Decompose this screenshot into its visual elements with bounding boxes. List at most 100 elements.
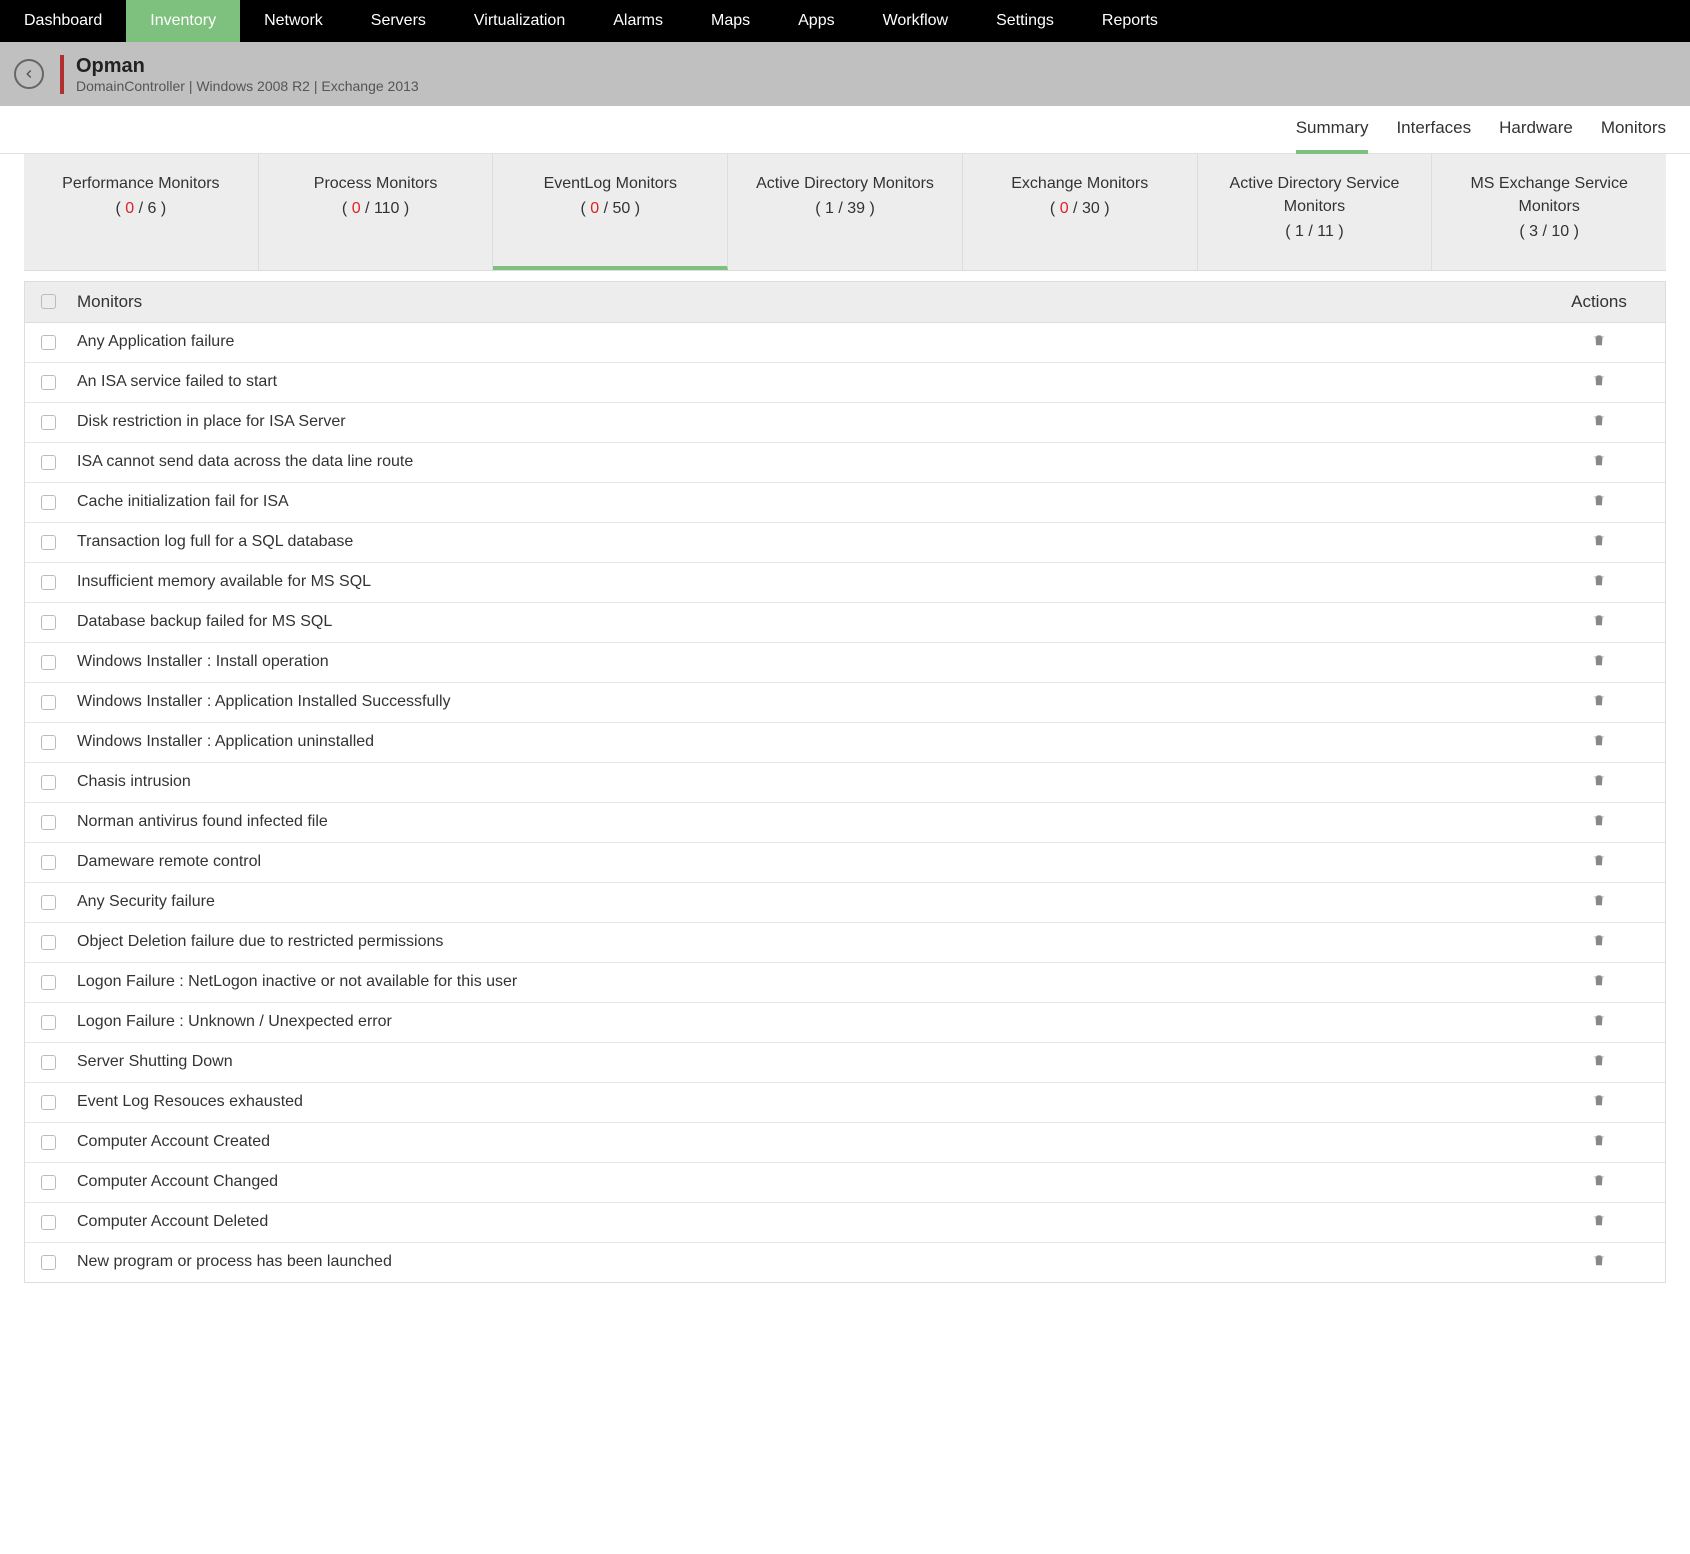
trash-icon[interactable]	[1592, 1173, 1606, 1187]
trash-icon[interactable]	[1592, 1253, 1606, 1267]
nav-item-inventory[interactable]: Inventory	[126, 0, 240, 42]
trash-icon[interactable]	[1592, 933, 1606, 947]
trash-icon[interactable]	[1592, 1213, 1606, 1227]
trash-icon[interactable]	[1592, 693, 1606, 707]
row-checkbox-cell	[41, 735, 77, 750]
row-checkbox-cell	[41, 895, 77, 910]
row-checkbox[interactable]	[41, 535, 56, 550]
sub-tab-hardware[interactable]: Hardware	[1499, 118, 1573, 153]
row-checkbox[interactable]	[41, 815, 56, 830]
row-checkbox[interactable]	[41, 855, 56, 870]
trash-icon[interactable]	[1592, 853, 1606, 867]
trash-icon[interactable]	[1592, 413, 1606, 427]
row-actions	[1549, 653, 1649, 672]
row-checkbox[interactable]	[41, 1135, 56, 1150]
trash-icon[interactable]	[1592, 653, 1606, 667]
row-actions	[1549, 533, 1649, 552]
monitor-name: Computer Account Changed	[77, 1173, 1549, 1191]
monitor-tab-count: ( 1 / 39 )	[740, 197, 950, 220]
trash-icon[interactable]	[1592, 773, 1606, 787]
row-checkbox[interactable]	[41, 615, 56, 630]
row-checkbox[interactable]	[41, 655, 56, 670]
row-checkbox[interactable]	[41, 1255, 56, 1270]
nav-item-settings[interactable]: Settings	[972, 0, 1078, 42]
trash-icon[interactable]	[1592, 973, 1606, 987]
row-checkbox[interactable]	[41, 455, 56, 470]
table-row: Computer Account Deleted	[25, 1203, 1665, 1243]
monitor-name: Cache initialization fail for ISA	[77, 493, 1549, 511]
trash-icon[interactable]	[1592, 1013, 1606, 1027]
trash-icon[interactable]	[1592, 733, 1606, 747]
row-checkbox[interactable]	[41, 495, 56, 510]
nav-item-virtualization[interactable]: Virtualization	[450, 0, 589, 42]
nav-item-alarms[interactable]: Alarms	[589, 0, 687, 42]
trash-icon[interactable]	[1592, 813, 1606, 827]
trash-icon[interactable]	[1592, 453, 1606, 467]
select-all-checkbox[interactable]	[41, 294, 56, 309]
monitor-name: Any Security failure	[77, 893, 1549, 911]
row-checkbox-cell	[41, 415, 77, 430]
row-checkbox[interactable]	[41, 335, 56, 350]
nav-item-network[interactable]: Network	[240, 0, 347, 42]
trash-icon[interactable]	[1592, 573, 1606, 587]
row-checkbox[interactable]	[41, 735, 56, 750]
sub-tab-interfaces[interactable]: Interfaces	[1396, 118, 1471, 153]
monitor-tab-count-total: 11	[1317, 223, 1334, 240]
row-checkbox[interactable]	[41, 1215, 56, 1230]
trash-icon[interactable]	[1592, 533, 1606, 547]
monitor-name: Transaction log full for a SQL database	[77, 533, 1549, 551]
monitor-tab-1[interactable]: Process Monitors( 0 / 110 )	[259, 154, 494, 270]
row-checkbox[interactable]	[41, 1015, 56, 1030]
back-button[interactable]	[14, 59, 44, 89]
trash-icon[interactable]	[1592, 893, 1606, 907]
table-row: Event Log Resouces exhausted	[25, 1083, 1665, 1123]
monitor-tab-4[interactable]: Exchange Monitors( 0 / 30 )	[963, 154, 1198, 270]
nav-item-servers[interactable]: Servers	[347, 0, 450, 42]
nav-item-dashboard[interactable]: Dashboard	[0, 0, 126, 42]
sub-tabs: Summary Interfaces Hardware Monitors	[0, 106, 1690, 154]
row-checkbox[interactable]	[41, 935, 56, 950]
monitor-name: Database backup failed for MS SQL	[77, 613, 1549, 631]
monitor-tab-count-current: 0	[1060, 200, 1069, 217]
row-checkbox[interactable]	[41, 695, 56, 710]
nav-item-workflow[interactable]: Workflow	[859, 0, 973, 42]
trash-icon[interactable]	[1592, 1133, 1606, 1147]
nav-item-label: Dashboard	[24, 12, 102, 30]
nav-item-reports[interactable]: Reports	[1078, 0, 1182, 42]
row-actions	[1549, 413, 1649, 432]
monitor-tab-5[interactable]: Active Directory Service Monitors( 1 / 1…	[1198, 154, 1433, 270]
monitor-tab-3[interactable]: Active Directory Monitors( 1 / 39 )	[728, 154, 963, 270]
trash-icon[interactable]	[1592, 613, 1606, 627]
row-checkbox[interactable]	[41, 415, 56, 430]
trash-icon[interactable]	[1592, 493, 1606, 507]
monitor-tab-2[interactable]: EventLog Monitors( 0 / 50 )	[493, 154, 728, 270]
monitor-tab-6[interactable]: MS Exchange Service Monitors( 3 / 10 )	[1432, 154, 1666, 270]
column-header-actions: Actions	[1549, 292, 1649, 312]
row-actions	[1549, 1053, 1649, 1072]
row-actions	[1549, 1173, 1649, 1192]
row-checkbox[interactable]	[41, 775, 56, 790]
row-checkbox[interactable]	[41, 1055, 56, 1070]
row-checkbox[interactable]	[41, 575, 56, 590]
sub-tab-monitors[interactable]: Monitors	[1601, 118, 1666, 153]
row-checkbox[interactable]	[41, 375, 56, 390]
row-actions	[1549, 573, 1649, 592]
row-checkbox[interactable]	[41, 1095, 56, 1110]
nav-item-apps[interactable]: Apps	[774, 0, 858, 42]
monitor-tab-0[interactable]: Performance Monitors( 0 / 6 )	[24, 154, 259, 270]
row-checkbox[interactable]	[41, 1175, 56, 1190]
monitor-tab-title: MS Exchange Service Monitors	[1470, 175, 1627, 215]
trash-icon[interactable]	[1592, 373, 1606, 387]
row-checkbox[interactable]	[41, 975, 56, 990]
trash-icon[interactable]	[1592, 1053, 1606, 1067]
row-checkbox-cell	[41, 1055, 77, 1070]
row-checkbox-cell	[41, 455, 77, 470]
trash-icon[interactable]	[1592, 333, 1606, 347]
table-row: Any Security failure	[25, 883, 1665, 923]
nav-item-label: Servers	[371, 12, 426, 30]
nav-item-maps[interactable]: Maps	[687, 0, 774, 42]
row-checkbox[interactable]	[41, 895, 56, 910]
row-actions	[1549, 373, 1649, 392]
trash-icon[interactable]	[1592, 1093, 1606, 1107]
sub-tab-summary[interactable]: Summary	[1296, 118, 1369, 154]
